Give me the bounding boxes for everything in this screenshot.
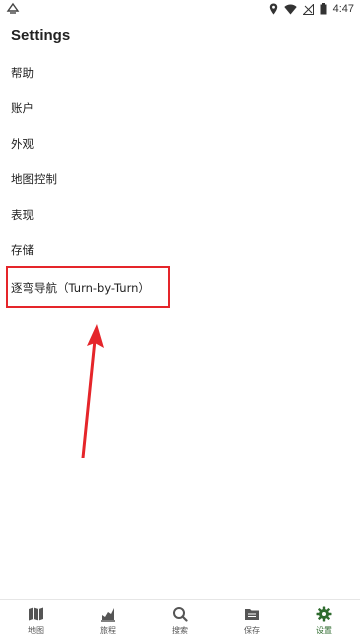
status-icons: 4:47: [269, 1, 354, 17]
settings-item-turn-by-turn[interactable]: 逐弯导航（Turn-by-Turn）: [0, 270, 360, 306]
settings-item-label: 地图控制: [11, 172, 57, 187]
settings-item-storage[interactable]: 存储: [0, 233, 360, 269]
nav-label: 旅程: [100, 626, 116, 635]
signal-icon: [302, 3, 314, 15]
page-title: Settings: [11, 27, 71, 44]
nav-item-map[interactable]: 地图: [0, 600, 72, 640]
nav-item-saved[interactable]: 保存: [216, 600, 288, 640]
settings-item-label: 账户: [11, 101, 34, 116]
settings-item-appearance[interactable]: 外观: [0, 126, 360, 162]
status-bar: 4:47: [0, 0, 360, 18]
chart-icon: [101, 608, 115, 622]
settings-item-label: 表现: [11, 207, 34, 222]
settings-item-account[interactable]: 账户: [0, 91, 360, 127]
nav-label: 搜索: [172, 626, 188, 635]
bottom-navigation: 地图 旅程 搜索 保存 设置: [0, 599, 360, 640]
app-notification-icon: [6, 2, 20, 14]
settings-item-map-controls[interactable]: 地图控制: [0, 162, 360, 198]
settings-item-label: 帮助: [11, 65, 34, 80]
nav-item-settings[interactable]: 设置: [288, 600, 360, 640]
search-icon: [173, 607, 188, 622]
status-time: 4:47: [332, 3, 354, 15]
settings-item-label: 存储: [11, 243, 34, 258]
nav-label: 保存: [244, 626, 260, 635]
annotation-arrow-icon: [81, 324, 104, 458]
settings-item-label: 外观: [11, 136, 34, 151]
map-icon: [29, 607, 43, 621]
settings-item-help[interactable]: 帮助: [0, 55, 360, 91]
battery-icon: [320, 3, 327, 15]
settings-item-performance[interactable]: 表现: [0, 197, 360, 233]
nav-item-journey[interactable]: 旅程: [72, 600, 144, 640]
settings-item-label: 逐弯导航（Turn-by-Turn）: [11, 280, 150, 295]
nav-label: 地图: [28, 626, 44, 635]
gear-icon: [316, 606, 332, 622]
nav-label: 设置: [316, 626, 332, 635]
nav-item-search[interactable]: 搜索: [144, 600, 216, 640]
folder-icon: [245, 609, 259, 620]
settings-list: 帮助 账户 外观 地图控制 表现 存储 逐弯导航（Turn-by-Turn）: [0, 55, 360, 306]
location-icon: [269, 3, 277, 15]
wifi-icon: [283, 3, 297, 14]
